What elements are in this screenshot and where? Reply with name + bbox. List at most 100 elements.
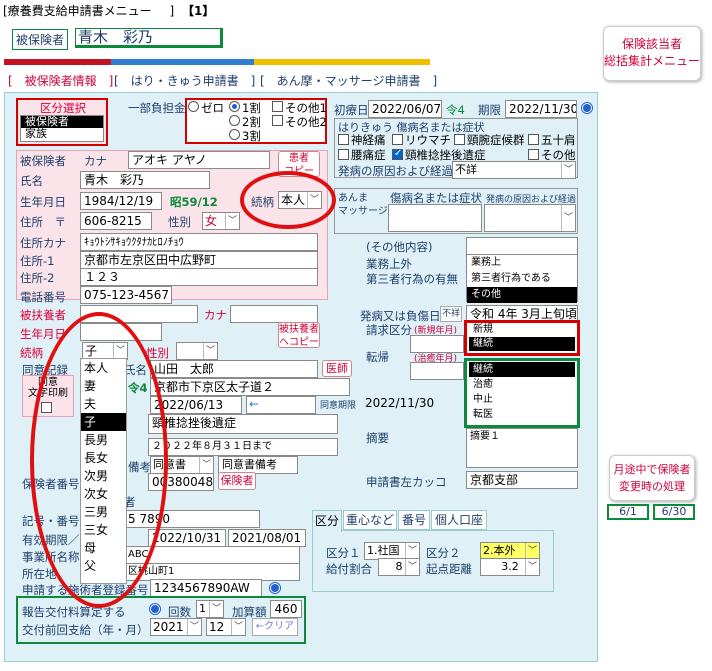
insurer-change-button[interactable]: 月途中で保険者 変更時の処理: [609, 455, 695, 501]
summary-menu-button[interactable]: 保険該当者 総括集計メニュー: [603, 26, 701, 81]
postal-field[interactable]: 606-8215: [80, 212, 152, 230]
kana-field[interactable]: アオキ アヤノ: [128, 151, 270, 169]
dep-kana-field[interactable]: [230, 305, 318, 323]
k1-label: 区分１: [326, 546, 361, 560]
other-content-field[interactable]: [466, 237, 578, 255]
burden-other2-check[interactable]: [272, 115, 283, 126]
work-option[interactable]: 業務上: [467, 255, 577, 271]
address1-field[interactable]: 京都市左京区田中広野町: [80, 251, 318, 269]
burden-label: 一部負担金: [128, 101, 186, 115]
cause-select-value: 不詳: [455, 163, 477, 176]
outcome-listbox[interactable]: 継続 治癒 中止 転医: [469, 362, 575, 424]
cause-select[interactable]: 不詳 ﹀: [452, 161, 576, 179]
kubun-option-family[interactable]: 家族: [21, 128, 103, 140]
left-kakko-field[interactable]: 京都支部: [466, 471, 578, 489]
lower-tab-jushin[interactable]: 重心など: [343, 510, 397, 530]
burden-other1-check[interactable]: [272, 101, 283, 112]
dep-sex-select[interactable]: ﹀: [176, 342, 218, 360]
insurer-button[interactable]: 保険者: [218, 472, 256, 490]
birth-field[interactable]: 1984/12/19: [80, 192, 162, 210]
burden-radio-zero[interactable]: [188, 101, 199, 112]
work-option-selected[interactable]: その他: [467, 287, 577, 303]
work-listbox[interactable]: 業務上 第三者行為である その他: [466, 254, 578, 303]
reg-field[interactable]: 1234567890AW: [150, 579, 262, 597]
hari-check-frozen-shoulder[interactable]: [528, 134, 539, 145]
reg-dot-button[interactable]: [270, 583, 280, 593]
annotation-ellipse-dropdown: [30, 312, 168, 608]
kubun-listbox[interactable]: 被保険者 家族: [20, 115, 104, 142]
hari-check-rheumatism[interactable]: [392, 134, 403, 145]
outcome-date-field[interactable]: [410, 362, 464, 380]
request-label: 請求区分: [366, 323, 412, 337]
tab-bar-yellow: [254, 59, 430, 65]
name-field[interactable]: 青木 彩乃: [80, 171, 210, 189]
tab-anma-massage[interactable]: [ あん摩・マッサージ申請書 ]: [260, 72, 437, 89]
address2-field[interactable]: １２３: [80, 268, 318, 286]
address-label: 住所 〒: [20, 215, 66, 229]
hari-check-whiplash[interactable]: [392, 148, 403, 160]
anma-cause-select[interactable]: ﹀: [484, 204, 576, 232]
pager-end-button[interactable]: 6/30: [653, 504, 695, 520]
consent-note-field[interactable]: ２０２２年８月３１日まで: [148, 438, 338, 456]
due-dot-button[interactable]: [582, 103, 592, 113]
rate-select-value: 8: [395, 560, 403, 573]
month-select[interactable]: 12 ﹀: [206, 618, 246, 636]
burden-radio-1[interactable]: [229, 101, 240, 112]
lower-tab-account[interactable]: 個人口座: [431, 510, 487, 530]
hari-check-neuralgia[interactable]: [338, 134, 349, 145]
sex-select[interactable]: 女 ﹀: [202, 212, 240, 230]
insured-label: 被保険者: [20, 154, 66, 168]
add-field[interactable]: 460: [270, 600, 302, 618]
valid-to-field[interactable]: 2021/08/01: [228, 529, 306, 547]
onset-field[interactable]: 2022/06/07: [368, 100, 442, 118]
hari-check-other[interactable]: [528, 149, 539, 160]
dependent-copy-button[interactable]: 被扶養者 へコピー: [278, 322, 320, 348]
page-indicator: 【1】: [182, 4, 215, 18]
cause-label: 発病の原因および経過: [338, 164, 453, 178]
burden-radio-3[interactable]: [229, 129, 240, 140]
disease-field[interactable]: 頸椎捻挫後遺症: [148, 414, 338, 434]
tel-label: 電話番号: [20, 290, 66, 304]
doctor-button[interactable]: 医師: [322, 360, 352, 377]
report-dot[interactable]: [150, 604, 160, 614]
request-option-new[interactable]: 新規: [469, 323, 575, 337]
consent-period-field[interactable]: 2022/11/30: [362, 395, 440, 413]
hari-check-neck-arm[interactable]: [454, 134, 465, 145]
tab-bar-red: [4, 59, 111, 65]
outcome-option[interactable]: 中止: [469, 392, 575, 407]
outcome-option[interactable]: 治癒: [469, 377, 575, 392]
consent-date-arrow[interactable]: ←: [246, 396, 316, 414]
doctor-name-field[interactable]: 山田 太郎: [150, 360, 318, 378]
birth-era: 昭59/12: [170, 195, 218, 209]
injury-unknown-button[interactable]: 不祥: [440, 306, 462, 322]
dist-select[interactable]: 3.2 ﹀: [480, 558, 540, 576]
anma-disease-field[interactable]: [388, 204, 482, 232]
chevron-down-icon: ﹀: [405, 543, 419, 559]
outcome-option-selected[interactable]: 継続: [469, 362, 575, 377]
valid-from-field[interactable]: 2022/10/31: [148, 529, 226, 547]
summary-field[interactable]: 摘要１: [466, 428, 578, 468]
burden-radio-2[interactable]: [229, 115, 240, 126]
tel-field[interactable]: 075-123-4567: [80, 286, 172, 304]
address2-label: 住所-2: [20, 271, 55, 285]
other-content-label: (その他内容): [366, 240, 433, 254]
clear-button[interactable]: ←クリア: [252, 618, 298, 636]
address-kana-field[interactable]: ｷｮｳﾄｼｻｷｮｳｸﾀﾅｶﾋﾛﾉﾁｮｳ: [80, 233, 318, 251]
tab-hari-kyu[interactable]: [ はり・きゅう申請書 ]: [114, 72, 255, 89]
request-option-continue[interactable]: 継続: [469, 337, 575, 351]
tab-insured-info[interactable]: [ 被保険者情報 ]: [8, 72, 113, 89]
doctor-address-field[interactable]: 京都市下京区太子道２: [150, 378, 350, 396]
prev-label: 交付前回支給（年・月）: [22, 623, 149, 637]
outcome-option[interactable]: 転医: [469, 407, 575, 422]
annotation-ellipse-relation: [240, 171, 336, 229]
count-select[interactable]: 1 ﹀: [196, 600, 224, 618]
lower-tab-kubun[interactable]: 区分: [312, 510, 342, 532]
rate-select[interactable]: 8 ﹀: [378, 558, 420, 576]
due-field[interactable]: 2022/11/30: [505, 100, 577, 118]
request-listbox[interactable]: 新規 継続: [469, 323, 575, 353]
work-option[interactable]: 第三者行為である: [467, 271, 577, 287]
pager-start-button[interactable]: 6/1: [607, 504, 649, 520]
hari-check-lumbago[interactable]: [338, 149, 349, 160]
year-select[interactable]: 2021 ﹀: [150, 618, 202, 636]
lower-tab-bango[interactable]: 番号: [398, 510, 430, 530]
